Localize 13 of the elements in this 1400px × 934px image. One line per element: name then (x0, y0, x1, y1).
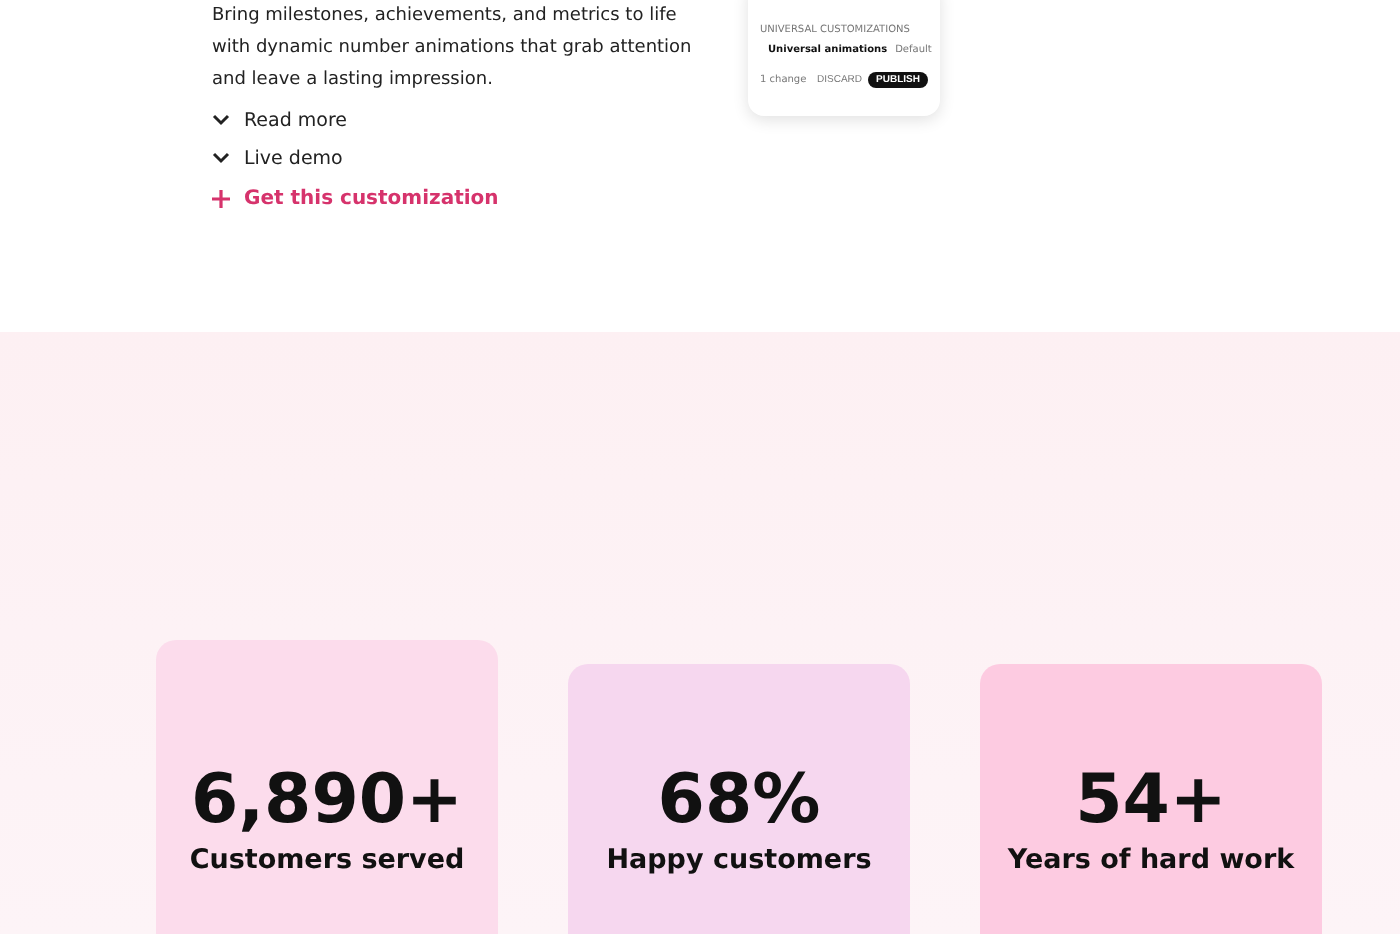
description-text: Bring milestones, achievements, and metrics to life with dynamic number animations that grab attention and leave a lasting impression. (212, 4, 692, 94)
stat-label: Customers served (189, 844, 465, 876)
stat-number: 54+ (1075, 760, 1227, 840)
plus-icon (212, 189, 230, 207)
chevron-icon (212, 152, 230, 164)
chevron-icon (212, 114, 230, 126)
stat-label: Years of hard work (1007, 844, 1295, 876)
stat-label: Happy customers (606, 844, 872, 876)
stat-number: 6,890+ (190, 760, 464, 840)
expand-toggle[interactable]: Live demo (212, 142, 343, 174)
customization-link[interactable]: Get this customization (212, 182, 499, 214)
expand-toggle[interactable]: Read more (212, 104, 347, 136)
stat-number: 68% (657, 760, 821, 840)
